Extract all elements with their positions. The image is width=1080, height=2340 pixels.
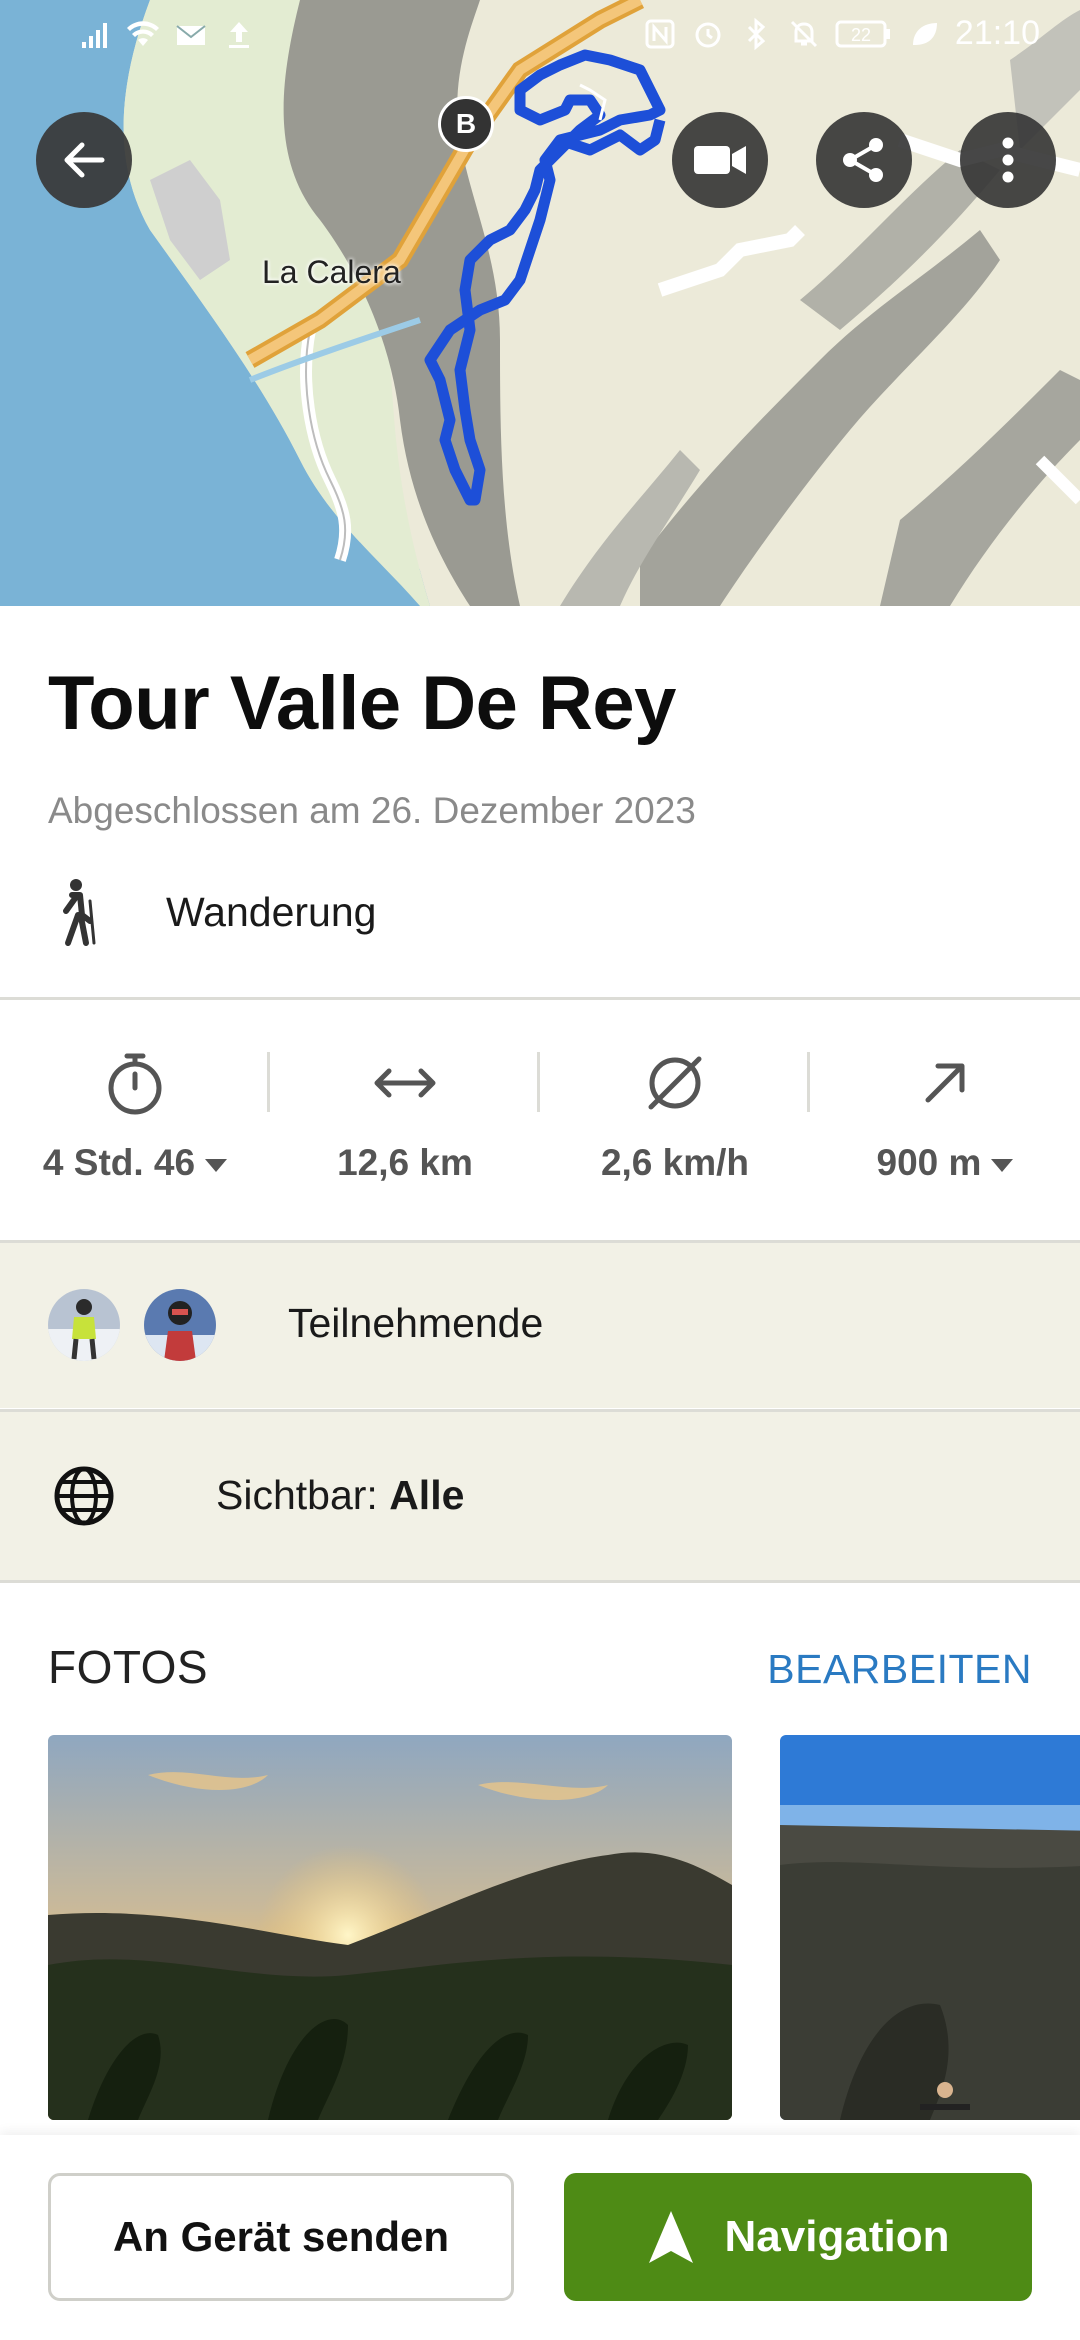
share-icon (843, 138, 883, 182)
stat-duration-value: 4 Std. 46 (42, 1142, 196, 1183)
caret-down-icon (205, 1158, 228, 1172)
video-button[interactable] (672, 112, 768, 208)
participant-photo (144, 1289, 216, 1361)
stat-duration[interactable]: 4 Std. 46 (0, 1000, 270, 1240)
bottom-action-bar: An Gerät senden Navigation (0, 2135, 1080, 2340)
nfc-icon (645, 19, 675, 48)
status-bar: 22 21:10 (0, 0, 1080, 70)
completed-date: Abgeschlossen am 26. Dezember 2023 (48, 790, 696, 831)
leaf-icon (912, 22, 937, 45)
more-vertical-icon (1002, 137, 1014, 183)
avatar[interactable] (48, 1289, 120, 1361)
upload-icon (229, 22, 249, 48)
status-left-icons (78, 18, 256, 52)
stopwatch-icon (108, 1053, 162, 1115)
stat-distance-value: 12,6 km (337, 1142, 473, 1183)
video-camera-icon (694, 146, 746, 174)
visibility-row[interactable]: Sichtbar: Alle (0, 1412, 1080, 1580)
wifi-icon (127, 21, 159, 46)
navigation-label: Navigation (724, 2212, 950, 2261)
participants-label: Teilnehmende (288, 1300, 544, 1346)
tour-title: Tour Valle De Rey (48, 661, 676, 746)
status-right-icons: 22 21:10 (643, 14, 1040, 53)
route-end-marker: B (438, 96, 494, 152)
send-to-device-button[interactable]: An Gerät senden (48, 2173, 514, 2301)
stat-average-speed: 2,6 km/h (540, 1000, 810, 1240)
caret-down-icon (991, 1158, 1014, 1172)
average-speed-icon (648, 1056, 702, 1110)
avatar[interactable] (144, 1289, 216, 1361)
hiker-icon (63, 879, 96, 946)
participant-photo (48, 1289, 120, 1361)
map-terrain (0, 0, 1080, 606)
back-button[interactable] (36, 112, 132, 208)
stat-speed-value: 2,6 km/h (600, 1142, 750, 1183)
photo-sunset[interactable] (48, 1735, 732, 2120)
photo-cliffs[interactable] (780, 1735, 1080, 2120)
stat-elevation[interactable]: 900 m (810, 1000, 1080, 1240)
photos-heading: FOTOS (48, 1641, 209, 1693)
alarm-icon (695, 22, 721, 47)
activity-type: Wanderung (48, 872, 376, 952)
distance-arrows-icon (374, 1068, 436, 1098)
battery-icon: 22 (835, 20, 890, 47)
visibility-label: Sichtbar: Alle (216, 1472, 464, 1519)
globe-icon (54, 1466, 114, 1526)
map-town-label: La Calera (262, 254, 401, 290)
share-button[interactable] (816, 112, 912, 208)
participants-row[interactable]: Teilnehmende (0, 1243, 1080, 1408)
status-time: 21:10 (954, 14, 1040, 52)
mail-icon (176, 25, 206, 45)
navigation-arrow-icon (648, 2211, 693, 2263)
visibility-value: Alle (389, 1472, 465, 1518)
tour-stats: 4 Std. 46 12,6 km 2,6 km/h 900 m (0, 1000, 1080, 1240)
svg-text:22: 22 (851, 25, 871, 45)
signal-icon (82, 23, 107, 48)
bluetooth-icon (747, 17, 766, 50)
navigation-button[interactable]: Navigation (564, 2173, 1032, 2301)
more-options-button[interactable] (960, 112, 1056, 208)
photo-image (780, 1735, 1080, 2120)
mute-icon (790, 20, 817, 47)
arrow-left-icon (64, 142, 105, 178)
route-map[interactable]: 22 21:10 La Calera B (0, 0, 1080, 606)
activity-label: Wanderung (166, 888, 377, 935)
divider (0, 1580, 1080, 1583)
edit-photos-button[interactable]: BEARBEITEN (767, 1646, 1032, 1693)
elevation-up-icon (925, 1063, 965, 1103)
stat-distance: 12,6 km (270, 1000, 540, 1240)
visibility-prefix: Sichtbar: (216, 1472, 390, 1518)
photo-image (48, 1735, 732, 2120)
stat-elevation-value: 900 m (876, 1142, 982, 1183)
